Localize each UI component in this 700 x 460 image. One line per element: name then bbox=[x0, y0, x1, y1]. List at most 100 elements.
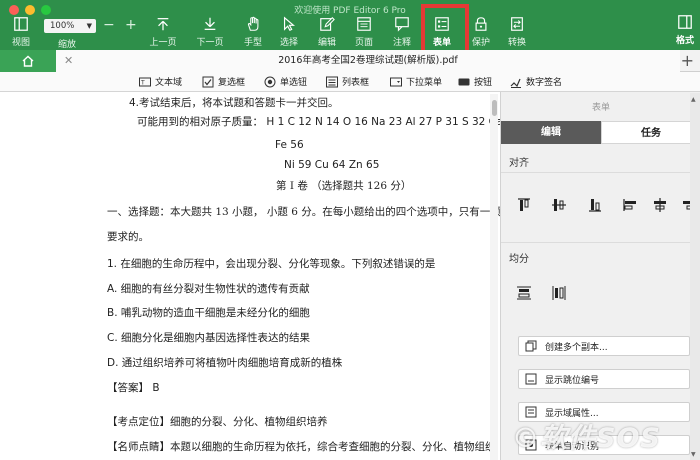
doc-line: 要求的。 bbox=[107, 231, 149, 243]
doc-line: 1. 在细胞的生命历程中，会出现分裂、分化等现象。下列叙述错误的是 bbox=[107, 258, 436, 270]
zoom-in-button[interactable]: + bbox=[125, 17, 137, 33]
document-scrollbar-thumb[interactable] bbox=[492, 100, 497, 116]
copy-icon bbox=[525, 340, 537, 352]
protect-label: 保护 bbox=[471, 38, 490, 48]
radio-button-icon bbox=[264, 76, 276, 88]
document-view[interactable]: 4.考试结束后，将本试题和答题卡一并交回。 可能用到的相对原子质量： H 1 C… bbox=[0, 92, 500, 460]
window-title: 欢迎使用 PDF Editor 6 Pro bbox=[294, 6, 406, 16]
radio-button-label: 单选钮 bbox=[280, 78, 308, 88]
dropdown-icon bbox=[390, 76, 402, 88]
lock-icon bbox=[475, 17, 487, 31]
distribute-vertical-icon[interactable] bbox=[516, 285, 532, 301]
distribute-section-title: 均分 bbox=[509, 254, 529, 265]
protect-button[interactable]: 保护 bbox=[469, 16, 493, 48]
panel-scrollbar[interactable] bbox=[690, 93, 700, 460]
distribute-horizontal-icon[interactable] bbox=[551, 285, 567, 301]
list-box-tool[interactable]: 列表框 bbox=[326, 75, 369, 88]
arrow-up-icon bbox=[157, 18, 169, 31]
page-label: 页面 bbox=[354, 38, 373, 48]
checkbox-label: 复选框 bbox=[218, 78, 246, 88]
doc-line: 第 I 卷 （选择题共 126 分） bbox=[276, 180, 412, 192]
home-icon bbox=[22, 55, 34, 67]
text-field-tool[interactable]: T 文本域 bbox=[139, 75, 182, 88]
page-button[interactable]: 页面 bbox=[352, 16, 376, 48]
add-tab-button[interactable]: + bbox=[681, 51, 694, 70]
scroll-down-arrow-icon[interactable]: ▼ bbox=[691, 451, 696, 458]
checkbox-tool[interactable]: 复选框 bbox=[202, 75, 245, 88]
convert-icon bbox=[511, 17, 523, 31]
select-label: 选择 bbox=[279, 38, 298, 48]
chevron-down-icon: ▼ bbox=[86, 22, 92, 30]
next-page-label: 下一页 bbox=[196, 38, 224, 48]
format-panel-icon bbox=[678, 15, 692, 29]
doc-line: D. 通过组织培养可将植物叶肉细胞培育成新的植株 bbox=[107, 357, 343, 369]
panel-title: 表单 bbox=[591, 103, 610, 113]
list-box-label: 列表框 bbox=[342, 78, 370, 88]
doc-line: 4.考试结束后，将本试题和答题卡一并交回。 bbox=[129, 97, 339, 109]
next-page-button[interactable]: 下一页 bbox=[193, 16, 227, 48]
dropdown-label: 下拉菜单 bbox=[406, 78, 443, 88]
align-top-icon[interactable] bbox=[516, 197, 532, 213]
tab-edit[interactable]: 编辑 bbox=[501, 121, 601, 144]
format-label: 格式 bbox=[675, 36, 694, 46]
svg-text:T: T bbox=[140, 79, 145, 86]
close-tab-icon[interactable]: ✕ bbox=[64, 54, 73, 67]
edit-label: 编辑 bbox=[317, 38, 336, 48]
main-toolbar: 欢迎使用 PDF Editor 6 Pro 视图 100% ▼ 缩放 − + 上… bbox=[0, 0, 700, 50]
view-button[interactable]: 视图 bbox=[10, 16, 32, 48]
view-label: 视图 bbox=[11, 38, 30, 48]
annotate-label: 注释 bbox=[392, 38, 411, 48]
list-box-icon bbox=[326, 76, 338, 88]
align-bottom-icon[interactable] bbox=[587, 197, 603, 213]
align-middle-icon[interactable] bbox=[551, 197, 567, 213]
zoom-label: 缩放 bbox=[58, 40, 77, 50]
radio-button-tool[interactable]: 单选钮 bbox=[264, 75, 307, 88]
prev-page-button[interactable]: 上一页 bbox=[146, 16, 180, 48]
form-tools-bar: T 文本域 复选框 单选钮 列表框 下拉菜单 按钮 数字签名 bbox=[0, 72, 700, 92]
form-panel: 表单 编辑 任务 对齐 均分 创建多个副本... 显示跳位编号 显示域属性...… bbox=[500, 92, 700, 460]
divider bbox=[501, 242, 700, 243]
doc-line: Ni 59 Cu 64 Zn 65 bbox=[284, 159, 380, 171]
button-icon bbox=[458, 76, 470, 88]
hand-label: 手型 bbox=[243, 38, 262, 48]
doc-line: 一、选择题：本大题共 13 小题， 小题 6 分。在每小题给出的四个选项中，只有… bbox=[107, 206, 500, 218]
button-tool[interactable]: 按钮 bbox=[458, 75, 492, 88]
doc-line: 【答案】 B bbox=[107, 382, 160, 394]
scroll-up-arrow-icon[interactable]: ▲ bbox=[691, 96, 696, 103]
align-center-icon[interactable] bbox=[652, 197, 668, 213]
cursor-icon bbox=[283, 16, 296, 31]
page-icon bbox=[357, 17, 371, 31]
tab-order-icon bbox=[525, 373, 537, 385]
zoom-out-button[interactable]: − bbox=[103, 17, 115, 33]
home-tab[interactable] bbox=[0, 50, 56, 72]
annotate-button[interactable]: 注释 bbox=[390, 16, 414, 48]
hand-tool-button[interactable]: 手型 bbox=[241, 16, 265, 48]
watermark-text: ©软件SOS bbox=[512, 423, 661, 454]
pencil-icon bbox=[320, 17, 335, 31]
tab-document[interactable]: 2016年高考全国2卷理综试题(解析版).pdf bbox=[56, 50, 680, 72]
tab-tasks[interactable]: 任务 bbox=[601, 121, 700, 144]
doc-line: C. 细胞分化是细胞内基因选择性表达的结果 bbox=[107, 332, 311, 344]
create-copies-button[interactable]: 创建多个副本... bbox=[518, 336, 690, 356]
dropdown-tool[interactable]: 下拉菜单 bbox=[390, 75, 442, 88]
format-button[interactable]: 格式 bbox=[672, 14, 698, 46]
sidebar-view-icon bbox=[14, 17, 28, 31]
zoom-select[interactable]: 100% ▼ bbox=[44, 19, 96, 33]
doc-line: Fe 56 bbox=[275, 139, 304, 151]
create-copies-label: 创建多个副本... bbox=[545, 342, 608, 353]
tab-document-title: 2016年高考全国2卷理综试题(解析版).pdf bbox=[278, 55, 458, 66]
show-tab-order-button[interactable]: 显示跳位编号 bbox=[518, 369, 690, 389]
doc-line: 可能用到的相对原子质量： H 1 C 12 N 14 O 16 Na 23 Al… bbox=[137, 116, 500, 128]
text-field-icon: T bbox=[139, 76, 151, 88]
document-scrollbar[interactable] bbox=[490, 94, 498, 460]
signature-label: 数字签名 bbox=[526, 78, 563, 88]
signature-tool[interactable]: 数字签名 bbox=[510, 75, 562, 88]
signature-icon bbox=[510, 76, 522, 88]
align-left-icon[interactable] bbox=[622, 197, 638, 213]
checkbox-icon bbox=[202, 76, 214, 88]
doc-line: A. 细胞的有丝分裂对生物性状的遗传有贡献 bbox=[107, 283, 310, 295]
edit-button[interactable]: 编辑 bbox=[315, 16, 339, 48]
doc-line: 【名师点睛】本题以细胞的生命历程为依托，综合考查细胞的分裂、分化、植物组织 bbox=[107, 441, 496, 453]
select-tool-button[interactable]: 选择 bbox=[277, 16, 301, 48]
convert-button[interactable]: 转换 bbox=[505, 16, 529, 48]
